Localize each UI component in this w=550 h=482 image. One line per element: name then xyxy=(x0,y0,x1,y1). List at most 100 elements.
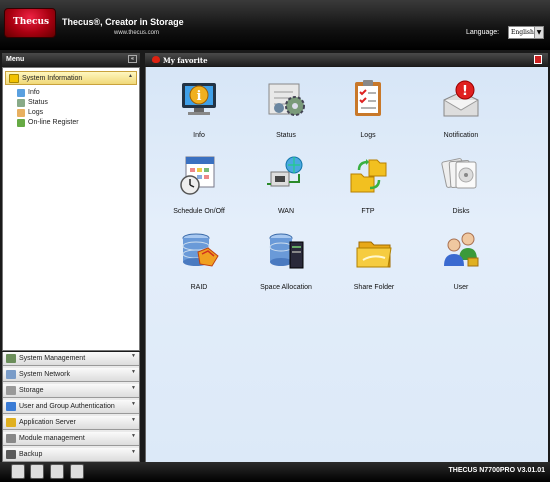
chevron-down-icon[interactable]: ▼ xyxy=(534,27,543,38)
svg-text:!: ! xyxy=(462,84,468,99)
menu-category-label: Application Server xyxy=(19,419,76,426)
space-allocation-icon xyxy=(269,233,304,269)
menu-category-module-management[interactable]: Module management ▼ xyxy=(3,432,139,446)
header: Thecus Thecus®, Creator in Storage www.t… xyxy=(0,0,550,50)
info-monitor-icon: i xyxy=(182,83,216,115)
website-text: www.thecus.com xyxy=(114,30,160,36)
sidebar-item-info[interactable]: Info xyxy=(17,89,40,97)
tile-schedule[interactable]: Schedule On/Off xyxy=(157,154,241,222)
language-label: Language: xyxy=(466,29,500,36)
tile-label: RAID xyxy=(190,284,208,291)
logout-icon[interactable] xyxy=(534,55,542,64)
tile-label: Notification xyxy=(443,132,479,139)
tile-label: User xyxy=(453,284,469,291)
sidebar-item-label: On-line Register xyxy=(28,119,79,126)
sidebar-item-online-register[interactable]: On-line Register xyxy=(17,119,79,127)
sidebar-item-logs[interactable]: Logs xyxy=(17,109,44,117)
svg-text:i: i xyxy=(197,89,202,104)
settings-icon[interactable] xyxy=(50,464,64,479)
tile-space-allocation[interactable]: Space Allocation xyxy=(244,230,328,298)
tile-share-folder[interactable]: Share Folder xyxy=(332,230,416,298)
ftp-folder-icon xyxy=(350,159,387,193)
menu-category-label: System Information xyxy=(22,75,83,82)
monitor-icon xyxy=(17,89,25,97)
users-icon xyxy=(444,232,479,267)
gear-icon xyxy=(6,434,16,443)
users-icon xyxy=(6,402,16,411)
logo-text: Thecus xyxy=(13,17,50,27)
schedule-calendar-icon xyxy=(180,156,215,195)
firmware-version: THECUS N7700PRO V3.01.01 xyxy=(448,467,546,474)
logs-clipboard-icon xyxy=(355,80,381,116)
clipboard-icon xyxy=(17,109,25,117)
menu-category-user-group-auth[interactable]: User and Group Authentication ▼ xyxy=(3,400,139,414)
expand-arrow-icon: ▼ xyxy=(131,385,136,391)
menu-category-label: System Management xyxy=(19,355,86,362)
favorites-title: My favorite xyxy=(163,56,208,65)
tile-label: Space Allocation xyxy=(260,284,312,291)
favorite-icon[interactable] xyxy=(30,464,44,479)
favorites-panel: i Info Status Logs ! Notification Schedu… xyxy=(145,67,548,462)
tile-wan[interactable]: WAN xyxy=(244,154,328,222)
sidebar-item-status[interactable]: Status xyxy=(17,99,48,107)
wan-network-icon xyxy=(267,156,303,187)
menu-title: Menu xyxy=(6,56,25,63)
tile-label: FTP xyxy=(361,208,375,215)
expand-arrow-icon: ▼ xyxy=(131,369,136,375)
bottom-toolbar: THECUS N7700PRO V3.01.01 xyxy=(0,462,550,482)
expand-arrow-icon: ▼ xyxy=(131,433,136,439)
tile-user[interactable]: User xyxy=(419,230,503,298)
info-icon xyxy=(9,74,19,83)
tile-disks[interactable]: Disks xyxy=(419,154,503,222)
collapse-icon[interactable]: « xyxy=(128,55,137,63)
expand-arrow-icon: ▼ xyxy=(131,401,136,407)
menu-category-list: System Management ▼ System Network ▼ Sto… xyxy=(2,352,140,462)
sidebar-item-label: Logs xyxy=(28,109,44,116)
tile-label: Info xyxy=(193,132,205,139)
tools-icon xyxy=(6,354,16,363)
backup-icon xyxy=(6,450,16,459)
disks-icon xyxy=(441,158,477,189)
menu-category-label: System Network xyxy=(19,371,70,378)
tile-label: Share Folder xyxy=(353,284,395,291)
tile-raid[interactable]: RAID xyxy=(157,230,241,298)
gears-icon xyxy=(17,99,25,107)
application-icon xyxy=(6,418,16,427)
network-tree-icon[interactable] xyxy=(70,464,84,479)
sidebar-item-label: Status xyxy=(28,99,48,106)
tile-status[interactable]: Status xyxy=(244,78,328,146)
tile-label: Status xyxy=(276,132,296,139)
language-value: English xyxy=(511,29,534,36)
tile-logs[interactable]: Logs xyxy=(326,78,410,146)
menu-category-system-information[interactable]: System Information ▲ xyxy=(5,71,137,85)
expand-arrow-icon: ▼ xyxy=(131,449,136,455)
menu-list-icon[interactable] xyxy=(11,464,25,479)
menu-header: Menu « xyxy=(2,53,140,66)
menu-category-application-server[interactable]: Application Server ▼ xyxy=(3,416,139,430)
status-gears-icon xyxy=(268,83,305,116)
network-icon xyxy=(6,370,16,379)
menu-category-backup[interactable]: Backup ▼ xyxy=(3,448,139,462)
tile-notification[interactable]: ! Notification xyxy=(419,78,503,146)
sidebar-item-label: Info xyxy=(28,89,40,96)
tile-label: WAN xyxy=(277,208,295,215)
menu-panel: System Information ▲ Info Status Logs On… xyxy=(2,67,140,351)
tile-label: Schedule On/Off xyxy=(173,208,225,215)
menu-category-label: Storage xyxy=(19,387,44,394)
heart-icon xyxy=(152,56,160,63)
menu-category-label: User and Group Authentication xyxy=(19,403,115,410)
tagline: Thecus®, Creator in Storage xyxy=(62,17,184,27)
menu-category-system-management[interactable]: System Management ▼ xyxy=(3,352,139,366)
expand-arrow-icon: ▼ xyxy=(131,417,136,423)
menu-category-system-network[interactable]: System Network ▼ xyxy=(3,368,139,382)
register-icon xyxy=(17,119,25,127)
expand-arrow-icon: ▼ xyxy=(131,353,136,359)
favorites-header: My favorite xyxy=(145,53,548,66)
thecus-logo: Thecus xyxy=(4,8,56,38)
share-folder-icon xyxy=(356,241,392,268)
collapse-arrow-icon: ▲ xyxy=(128,73,133,79)
tile-ftp[interactable]: FTP xyxy=(326,154,410,222)
language-select[interactable]: English ▼ xyxy=(508,26,544,39)
menu-category-storage[interactable]: Storage ▼ xyxy=(3,384,139,398)
tile-info[interactable]: i Info xyxy=(157,78,241,146)
